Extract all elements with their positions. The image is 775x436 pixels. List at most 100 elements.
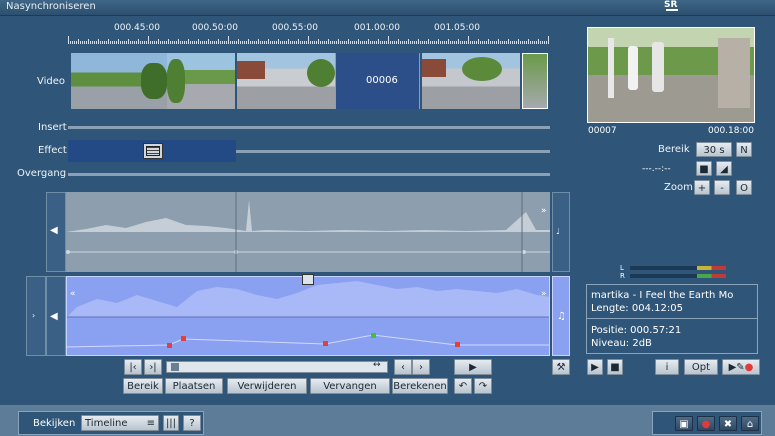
ruler-tick [292, 41, 293, 44]
scroll-right-icon[interactable]: » [541, 206, 547, 216]
ruler-tick [272, 41, 273, 44]
remove-button[interactable]: Verwijderen [227, 378, 307, 394]
help-button[interactable]: ? [183, 415, 201, 431]
ruler-tick [200, 41, 201, 44]
stop-square-button[interactable]: ■ [696, 161, 712, 176]
ruler-tick [244, 41, 245, 44]
ruler-tick [460, 41, 461, 44]
ruler-tick [334, 41, 335, 44]
transition-track[interactable] [68, 173, 550, 176]
timeline-scrollbar[interactable]: ↔ [166, 360, 388, 373]
range-value-field[interactable]: 30 s [696, 142, 732, 157]
replace-button[interactable]: Vervangen [310, 378, 390, 394]
monitor-icon[interactable]: ▣ [675, 416, 693, 431]
info-button[interactable]: i [655, 359, 679, 375]
ruler-tick [270, 41, 271, 44]
export-button[interactable]: ◢ [716, 161, 732, 176]
scroll-right-icon[interactable]: » [541, 289, 547, 299]
speaker-icon[interactable]: ◀ [50, 225, 58, 236]
timeline-ruler[interactable]: 000.45:00 000.50:00 000.55:00 001.00:00 … [68, 22, 550, 44]
audio-track-2[interactable]: « » [66, 276, 550, 356]
ruler-tick [456, 41, 457, 44]
clip-thumbnail[interactable] [422, 53, 520, 109]
calculate-button[interactable]: Berekenen [392, 378, 448, 394]
ruler-tick [152, 41, 153, 44]
audio2-collapse[interactable]: › [26, 276, 46, 356]
options-button[interactable]: Opt [684, 359, 718, 375]
note-icon[interactable]: ♩ [556, 227, 560, 236]
ruler-tick [390, 41, 391, 44]
home-icon[interactable]: ⌂ [741, 416, 759, 431]
transition-label: Overgang [17, 168, 67, 179]
ruler-tick [338, 39, 339, 44]
clip-thumbnail[interactable] [522, 53, 548, 109]
ruler-tick [328, 39, 329, 44]
ruler-tick [74, 41, 75, 44]
skip-back-button[interactable]: |‹ [124, 359, 142, 375]
ruler-tick [226, 41, 227, 44]
ruler-tick [228, 36, 229, 44]
skip-forward-button[interactable]: ›| [144, 359, 162, 375]
zoom-reset-button[interactable]: O [736, 180, 752, 195]
grid-button[interactable]: ||| [163, 415, 179, 431]
zoom-in-button[interactable]: + [694, 180, 710, 195]
ruler-tick [280, 41, 281, 44]
view-panel: Bekijken Timeline ≡ ||| ? [18, 411, 204, 435]
speaker-icon[interactable]: ◀ [50, 311, 58, 322]
preview-window [587, 27, 755, 123]
insert-track[interactable] [68, 126, 550, 129]
ruler-tick [472, 41, 473, 44]
scroll-left-icon[interactable]: « [70, 289, 76, 299]
ruler-tick [468, 36, 469, 44]
timecode-3: 000.55:00 [272, 23, 318, 33]
effect-icon[interactable] [143, 143, 163, 159]
next-button[interactable]: › [412, 359, 430, 375]
preview-play-button[interactable]: ▶ [587, 359, 603, 375]
audio-track-1[interactable]: » [66, 192, 550, 272]
selected-scene[interactable]: 00006 [335, 53, 420, 109]
ruler-tick [436, 41, 437, 44]
clip-thumbnail[interactable] [237, 53, 335, 109]
redo-button[interactable]: ↷ [474, 378, 492, 394]
ruler-tick [494, 41, 495, 44]
ruler-tick [94, 41, 95, 44]
scroll-thumb[interactable] [171, 363, 179, 371]
effect-track[interactable] [236, 150, 550, 153]
clip-thumbnail[interactable] [167, 53, 235, 109]
menu-icon[interactable] [302, 274, 314, 285]
ruler-tick [340, 41, 341, 44]
ruler-tick [150, 41, 151, 44]
ruler-tick [400, 41, 401, 44]
undo-button[interactable]: ↶ [454, 378, 472, 394]
range-button[interactable]: Bereik [123, 378, 163, 394]
n-button[interactable]: N [736, 142, 752, 157]
record-button[interactable]: ▶✎● [722, 359, 760, 375]
video-label: Video [37, 76, 66, 87]
ruler-tick [332, 41, 333, 44]
place-button[interactable]: Plaatsen [165, 378, 223, 394]
ruler-tick [448, 39, 449, 44]
ruler-tick [354, 41, 355, 44]
left-channel-label: L [620, 264, 624, 272]
ruler-tick [156, 41, 157, 44]
tools-icon[interactable]: ✖ [719, 416, 737, 431]
timecode-2: 000.50:00 [192, 23, 238, 33]
video-track[interactable]: 00006 [68, 53, 550, 111]
audio-level: Niveau: 2dB [591, 338, 652, 349]
ruler-tick [440, 41, 441, 44]
zoom-label: Zoom [664, 182, 693, 193]
zoom-out-button[interactable]: - [714, 180, 730, 195]
ruler-tick [284, 41, 285, 44]
preview-stop-button[interactable]: ■ [607, 359, 623, 375]
clip-thumbnail[interactable] [71, 53, 167, 109]
view-select[interactable]: Timeline ≡ [81, 415, 159, 431]
resize-icon[interactable]: ↔ [373, 360, 381, 370]
note-icon[interactable]: ♫ [557, 311, 566, 322]
audio-length: Lengte: 004.12:05 [591, 303, 683, 314]
tool-button[interactable]: ⚒ [552, 359, 570, 375]
record-icon[interactable]: ● [697, 416, 715, 431]
play-button[interactable]: ▶ [454, 359, 492, 375]
ruler-tick [500, 41, 501, 44]
ruler-tick [116, 41, 117, 44]
prev-button[interactable]: ‹ [394, 359, 412, 375]
